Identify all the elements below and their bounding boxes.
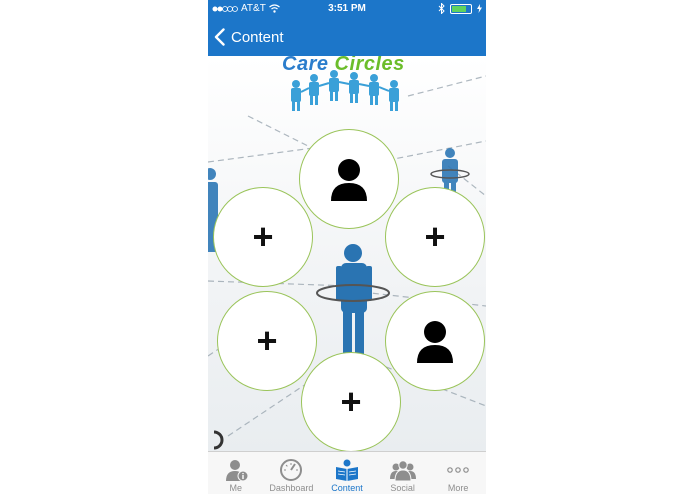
dashboard-icon bbox=[278, 458, 304, 482]
status-right bbox=[438, 3, 482, 14]
tab-me[interactable]: Me bbox=[208, 452, 264, 494]
circle-add-2[interactable]: + bbox=[385, 187, 485, 287]
bluetooth-icon bbox=[438, 3, 445, 14]
battery-icon bbox=[450, 3, 472, 14]
tab-label: Me bbox=[229, 483, 243, 493]
chevron-left-icon bbox=[214, 28, 225, 46]
plus-icon: + bbox=[256, 320, 278, 361]
circle-add-4[interactable]: + bbox=[301, 352, 401, 451]
charging-bolt-icon bbox=[477, 4, 482, 13]
circle-member-2[interactable] bbox=[385, 291, 485, 391]
tab-label: Social bbox=[390, 483, 415, 493]
tab-dashboard[interactable]: Dashboard bbox=[264, 452, 320, 494]
back-button[interactable]: Content bbox=[214, 24, 284, 50]
plus-icon: + bbox=[340, 381, 362, 422]
logo-word-circles: Circles bbox=[334, 56, 405, 75]
tab-bar: Me Dashboard Content Social More bbox=[208, 451, 486, 494]
tab-social[interactable]: Social bbox=[375, 452, 431, 494]
status-bar: AT&T 3:51 PM bbox=[208, 0, 486, 18]
tab-label: Dashboard bbox=[269, 483, 314, 493]
person-icon bbox=[331, 159, 367, 201]
tab-label: More bbox=[447, 483, 469, 493]
tab-content[interactable]: Content bbox=[319, 452, 375, 494]
plus-icon: + bbox=[424, 216, 446, 257]
tab-more[interactable]: More bbox=[430, 452, 486, 494]
back-label: Content bbox=[231, 28, 284, 46]
care-circles-view: Care Circles + + + + bbox=[208, 56, 486, 451]
circle-add-1[interactable]: + bbox=[213, 187, 313, 287]
social-icon bbox=[389, 458, 416, 482]
circle-member-1[interactable] bbox=[299, 129, 399, 229]
tab-label: Content bbox=[331, 483, 363, 493]
person-icon bbox=[417, 321, 453, 363]
logo-word-care: Care bbox=[282, 56, 329, 75]
plus-icon: + bbox=[252, 216, 274, 257]
me-icon bbox=[223, 458, 249, 482]
care-circles-logo: Care Circles bbox=[282, 56, 405, 76]
more-icon bbox=[445, 458, 471, 482]
navigation-bar: Content bbox=[208, 18, 486, 56]
circle-add-3[interactable]: + bbox=[217, 291, 317, 391]
phone-screen: AT&T 3:51 PM Content Care Circles + + + … bbox=[208, 0, 486, 494]
content-icon bbox=[334, 458, 360, 482]
